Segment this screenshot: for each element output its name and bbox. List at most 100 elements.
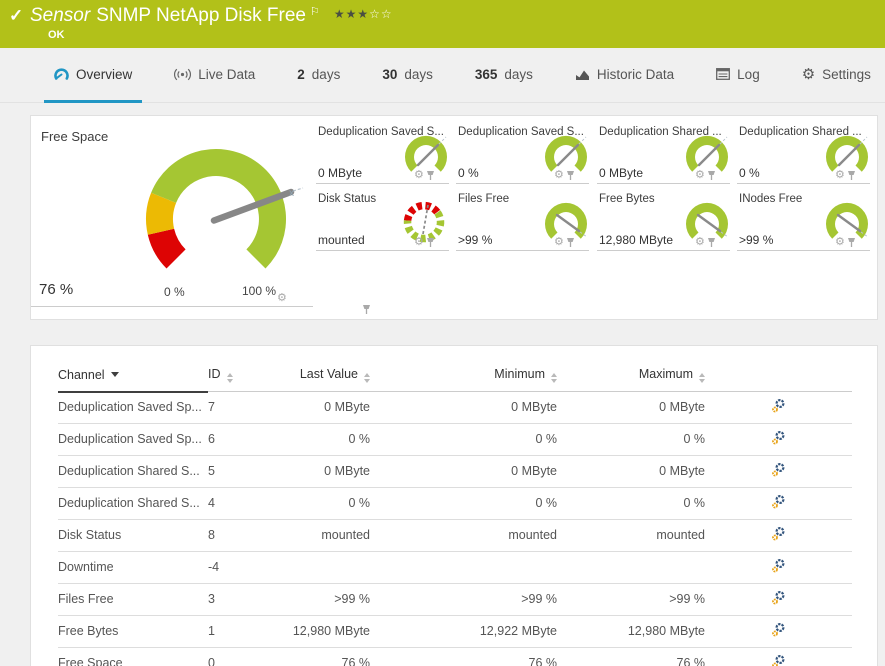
channel-name[interactable]: Deduplication Saved Sp... xyxy=(58,392,208,424)
gear-icon[interactable]: ⚙ xyxy=(554,237,564,248)
tab-365-days[interactable]: 365 days xyxy=(465,48,543,103)
channel-name[interactable]: Free Bytes xyxy=(58,616,208,648)
tile-divider xyxy=(737,183,870,184)
gauge-tile-dedup-saved-bytes[interactable]: Deduplication Saved S... 0 MByte ⚙ xyxy=(316,126,452,190)
column-header-last-value[interactable]: Last Value xyxy=(265,346,370,392)
channel-name[interactable]: Disk Status xyxy=(58,520,208,552)
channel-name[interactable]: Files Free xyxy=(58,584,208,616)
pin-icon[interactable] xyxy=(426,237,435,248)
gear-icon[interactable]: ⚙ xyxy=(414,237,424,248)
channel-row[interactable]: Deduplication Saved Sp... 6 0 % 0 % 0 % xyxy=(58,424,852,456)
tab-live-data[interactable]: Live Data xyxy=(164,48,265,103)
channel-settings-gears-icon[interactable] xyxy=(771,558,786,573)
tab-label: Log xyxy=(737,67,760,82)
chart-icon xyxy=(575,68,590,81)
channel-settings-gears-icon[interactable] xyxy=(771,590,786,605)
gauge-value: >99 % xyxy=(458,233,492,247)
column-label: ID xyxy=(208,367,221,381)
channel-settings-gears-icon[interactable] xyxy=(771,494,786,509)
pin-icon[interactable] xyxy=(566,237,575,248)
table-header-row: Channel ID Last Value Minimum Maximum xyxy=(58,346,852,392)
log-icon xyxy=(716,68,730,80)
tab-log[interactable]: Log xyxy=(706,48,770,103)
tile-divider xyxy=(597,183,730,184)
channel-settings-gears-icon[interactable] xyxy=(771,398,786,413)
sort-icon xyxy=(551,373,557,383)
channel-name[interactable]: Free Space xyxy=(58,648,208,666)
gauge-tile-dedup-shared-bytes[interactable]: Deduplication Shared ... 0 MByte ⚙ xyxy=(597,126,733,190)
channel-row[interactable]: Free Space 0 76 % 76 % 76 % xyxy=(58,648,852,666)
channel-row[interactable]: Deduplication Saved Sp... 7 0 MByte 0 MB… xyxy=(58,392,852,424)
gear-icon[interactable]: ⚙ xyxy=(835,170,845,181)
gear-icon[interactable]: ⚙ xyxy=(277,293,287,304)
channel-minimum: 76 % xyxy=(370,648,557,666)
channel-name[interactable]: Deduplication Shared S... xyxy=(58,456,208,488)
pin-icon[interactable] xyxy=(847,237,856,248)
channel-last-value: 0 MByte xyxy=(265,456,370,488)
gauge-tile-dedup-shared-percent[interactable]: Deduplication Shared ... 0 % ⚙ xyxy=(737,126,873,190)
column-header-channel[interactable]: Channel xyxy=(58,346,208,392)
channels-table: Channel ID Last Value Minimum Maximum De… xyxy=(58,346,852,666)
tab-overview[interactable]: Overview xyxy=(44,48,142,103)
broadcast-icon xyxy=(174,68,191,81)
tab-2-days[interactable]: 2 days xyxy=(287,48,350,103)
tile-tools: ⚙ xyxy=(414,237,435,248)
pin-icon[interactable] xyxy=(847,170,856,181)
gear-icon[interactable]: ⚙ xyxy=(695,237,705,248)
tab-settings[interactable]: ⚙ Settings xyxy=(792,48,881,103)
column-header-id[interactable]: ID xyxy=(208,346,265,392)
channel-settings-gears-icon[interactable] xyxy=(771,462,786,477)
gear-icon[interactable]: ⚙ xyxy=(695,170,705,181)
column-header-maximum[interactable]: Maximum xyxy=(557,346,705,392)
sort-desc-icon xyxy=(111,372,119,377)
gauge-value: 0 % xyxy=(739,166,760,180)
pin-icon[interactable] xyxy=(426,170,435,181)
priority-stars-filled: ★★★ xyxy=(334,7,369,21)
pin-icon[interactable] xyxy=(707,237,716,248)
flag-icon[interactable]: ⚐ xyxy=(310,6,320,18)
gauge-tile-dedup-saved-percent[interactable]: Deduplication Saved S... 0 % ⚙ xyxy=(456,126,592,190)
column-header-tools xyxy=(705,346,852,392)
column-header-minimum[interactable]: Minimum xyxy=(370,346,557,392)
channel-row[interactable]: Downtime -4 xyxy=(58,552,852,584)
channel-maximum: 0 % xyxy=(557,488,705,520)
tab-30-days[interactable]: 30 days xyxy=(372,48,443,103)
channel-maximum: 0 MByte xyxy=(557,456,705,488)
pin-icon[interactable] xyxy=(707,170,716,181)
channel-row[interactable]: Files Free 3 >99 % >99 % >99 % xyxy=(58,584,852,616)
priority-stars[interactable]: ★★★☆☆ xyxy=(334,7,393,21)
channel-settings-gears-icon[interactable] xyxy=(771,654,786,666)
channel-row[interactable]: Deduplication Shared S... 4 0 % 0 % 0 % xyxy=(58,488,852,520)
channel-last-value: 76 % xyxy=(265,648,370,666)
sensor-tabbar: Overview Live Data 2 days 30 days 365 da… xyxy=(0,48,885,103)
channel-minimum: 0 % xyxy=(370,488,557,520)
channel-last-value: 0 % xyxy=(265,424,370,456)
pin-icon[interactable] xyxy=(362,304,371,315)
gauge-tile-files-free[interactable]: Files Free >99 % ⚙ xyxy=(456,193,592,257)
tab-label: days xyxy=(504,67,533,82)
channel-name[interactable]: Deduplication Shared S... xyxy=(58,488,208,520)
channel-row[interactable]: Disk Status 8 mounted mounted mounted xyxy=(58,520,852,552)
channel-row[interactable]: Free Bytes 1 12,980 MByte 12,922 MByte 1… xyxy=(58,616,852,648)
channel-settings-gears-icon[interactable] xyxy=(771,622,786,637)
channel-settings-gears-icon[interactable] xyxy=(771,526,786,541)
sort-icon xyxy=(699,373,705,383)
channel-name[interactable]: Downtime xyxy=(58,552,208,584)
pin-icon[interactable] xyxy=(566,170,575,181)
gauge-tile-inodes-free[interactable]: INodes Free >99 % ⚙ xyxy=(737,193,873,257)
free-space-gauge-tile[interactable]: Free Space x 76 % 0 % 100 % ⚙ xyxy=(31,116,313,321)
tab-historic-data[interactable]: Historic Data xyxy=(565,48,684,103)
channel-id: 5 xyxy=(208,456,265,488)
channel-row[interactable]: Deduplication Shared S... 5 0 MByte 0 MB… xyxy=(58,456,852,488)
channel-settings-gears-icon[interactable] xyxy=(771,430,786,445)
tile-tools: ⚙ xyxy=(554,237,575,248)
gauge-tile-disk-status[interactable]: Disk Status mounted ⚙ xyxy=(316,193,452,257)
gear-icon[interactable]: ⚙ xyxy=(554,170,564,181)
tile-divider xyxy=(456,250,589,251)
gear-icon[interactable]: ⚙ xyxy=(414,170,424,181)
gear-icon[interactable]: ⚙ xyxy=(835,237,845,248)
channel-id: -4 xyxy=(208,552,265,584)
channel-name[interactable]: Deduplication Saved Sp... xyxy=(58,424,208,456)
gauge-tile-free-bytes[interactable]: Free Bytes 12,980 MByte ⚙ xyxy=(597,193,733,257)
channel-minimum: >99 % xyxy=(370,584,557,616)
